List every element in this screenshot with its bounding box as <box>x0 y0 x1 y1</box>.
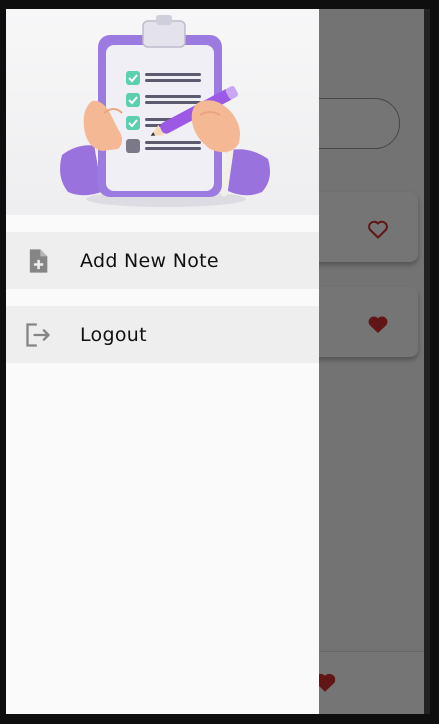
menu-item-label: Logout <box>80 323 147 346</box>
drawer-header <box>6 9 319 215</box>
clipboard-checklist-illustration <box>60 15 270 207</box>
screen: Add New Note Logout <box>6 9 430 714</box>
note-add-icon <box>29 249 48 273</box>
menu-item-label: Add New Note <box>80 249 219 272</box>
logout-icon <box>26 323 50 347</box>
window-edge <box>424 9 430 714</box>
logout-item[interactable]: Logout <box>6 306 319 363</box>
add-new-note-item[interactable]: Add New Note <box>6 232 319 289</box>
navigation-drawer: Add New Note Logout <box>6 9 319 714</box>
